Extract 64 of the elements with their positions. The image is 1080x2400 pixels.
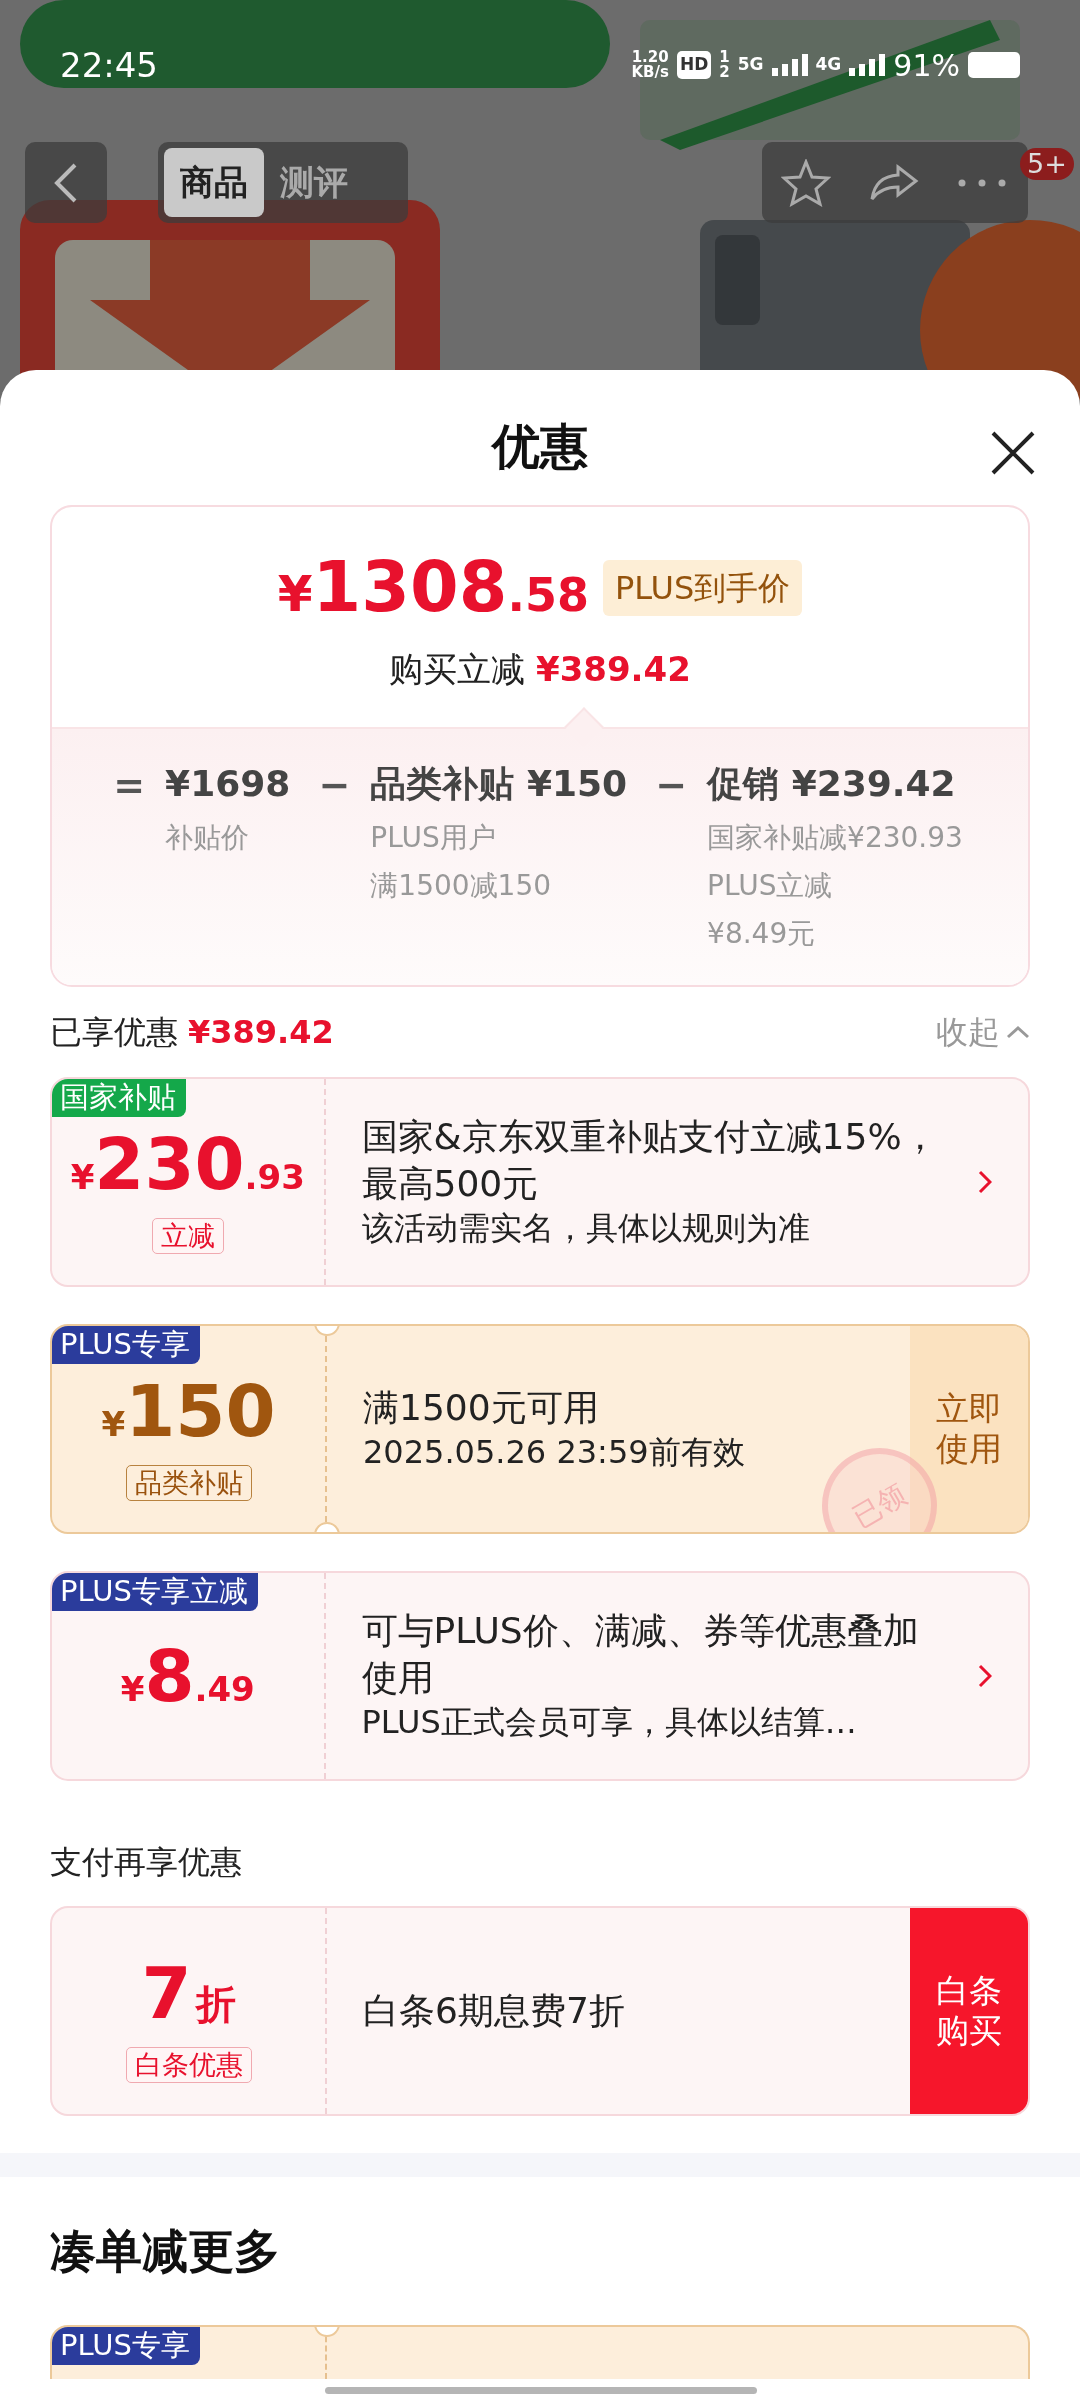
- operator-sign: −: [317, 762, 352, 809]
- discount-total: ¥389.42: [188, 1012, 334, 1053]
- coupon-label: 品类补贴: [125, 1465, 252, 1501]
- sim-number: 1: [719, 50, 730, 65]
- coupon-label: 立减: [151, 1218, 224, 1254]
- breakdown-amount: 促销 ¥239.42: [707, 762, 957, 806]
- tab[interactable]: 测评: [264, 148, 364, 217]
- breakdown-note: 补贴价: [165, 820, 251, 856]
- more-icon[interactable]: [957, 178, 1007, 187]
- use-button[interactable]: 白条购买: [910, 1908, 1028, 2114]
- coupon-title: 满1500元可用: [363, 1385, 600, 1430]
- section-title: 支付再享优惠: [50, 1842, 243, 1883]
- coupon-tag: 国家补贴: [52, 1079, 186, 1117]
- coupon-tag: PLUS专享立减: [52, 1573, 258, 1611]
- network-type: 5G: [737, 53, 764, 77]
- star-icon[interactable]: [781, 158, 831, 207]
- breakdown-note: ¥8.49元: [707, 916, 817, 952]
- breakdown-note: PLUS用户: [370, 820, 497, 856]
- coupon-amount: ¥8.49: [120, 1633, 255, 1720]
- network-speed: 1.20: [631, 50, 669, 65]
- coupon-description: 2025.05.26 23:59前有效: [363, 1431, 746, 1473]
- breakdown-amount: 品类补贴 ¥150: [370, 762, 628, 806]
- operator-sign: −: [654, 762, 688, 809]
- signal-icon: [771, 54, 808, 76]
- sim-number: 2: [719, 65, 730, 80]
- operator-sign: =: [112, 762, 147, 809]
- coupon-title: 国家&京东双重补贴支付立减15%，最高500元: [361, 1115, 939, 1207]
- coupon-tag: PLUS专享: [52, 1326, 200, 1364]
- coupon-tag: PLUS专享: [52, 2327, 200, 2365]
- coupon-description: PLUS正式会员可享，具体以结算…: [361, 1702, 858, 1743]
- battery-percent: 91%: [893, 46, 960, 85]
- share-icon[interactable]: [868, 162, 920, 203]
- breakdown-note: 满1500减150: [370, 868, 553, 904]
- coupon-amount: ¥230.93: [70, 1121, 305, 1208]
- coupon-title: 可与PLUS价、满减、券等优惠叠加使用: [361, 1609, 920, 1701]
- network-speed-unit: KB/s: [631, 65, 669, 80]
- saving-text: 购买立减 ¥389.42: [388, 648, 692, 691]
- sheet-title: 优惠: [492, 417, 588, 476]
- status-time: 22:45: [60, 43, 158, 87]
- tab[interactable]: 商品: [164, 148, 264, 217]
- final-price: ¥1308.58: [277, 545, 589, 630]
- coupon-description: 该活动需实名，具体以规则为准: [361, 1208, 811, 1249]
- chevron-up-icon[interactable]: [1006, 1025, 1030, 1039]
- notification-badge: 5+: [1020, 148, 1074, 180]
- breakdown-note: 国家补贴减¥230.93: [707, 820, 963, 856]
- network-type: 4G: [815, 53, 842, 77]
- price-tag: PLUS到手价: [602, 559, 803, 616]
- coupon-title: 白条6期息费7折: [363, 1988, 626, 2033]
- chevron-icon[interactable]: [978, 1664, 993, 1688]
- breakdown-note: PLUS立减: [707, 868, 834, 904]
- section-label: 已享优惠: [50, 1012, 178, 1053]
- close-icon[interactable]: [990, 430, 1036, 476]
- use-button[interactable]: 立即使用: [910, 1326, 1028, 1532]
- battery-icon: [968, 52, 1020, 78]
- hd-indicator: HD: [676, 51, 712, 79]
- coupon-amount: 7 折: [141, 1950, 236, 2037]
- back-button[interactable]: [25, 142, 107, 223]
- coupon-label: 白条优惠: [125, 2047, 252, 2083]
- coupon-amount: ¥150: [101, 1368, 276, 1455]
- chevron-icon[interactable]: [978, 1170, 993, 1194]
- collapse-toggle[interactable]: 收起: [936, 1008, 1030, 1056]
- section-heading: 凑单减更多: [50, 2222, 281, 2280]
- breakdown-amount: ¥1698: [165, 762, 291, 806]
- signal-icon: [849, 54, 886, 76]
